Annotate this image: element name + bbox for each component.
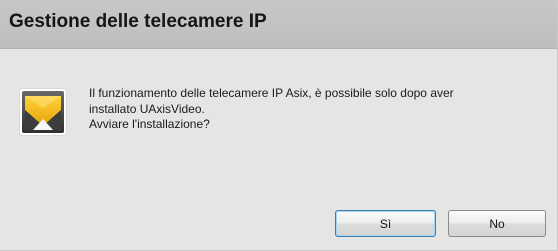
yes-button[interactable]: Sì <box>335 210 436 237</box>
app-logo-icon <box>19 88 67 136</box>
app-logo-icon-graphic <box>19 88 67 136</box>
dialog-title: Gestione delle telecamere IP <box>9 11 267 32</box>
title-bar[interactable]: Gestione delle telecamere IP <box>0 0 557 49</box>
dialog-message: Il funzionamento delle telecamere IP Asi… <box>89 86 557 133</box>
message-line: Il funzionamento delle telecamere IP Asi… <box>89 86 454 100</box>
message-dialog: Gestione delle telecamere IP Il funziona… <box>0 0 558 251</box>
no-button[interactable]: No <box>448 210 546 237</box>
message-line: installato UAxisVideo. <box>89 101 205 116</box>
message-line: Avviare l'installazione? <box>89 117 210 131</box>
